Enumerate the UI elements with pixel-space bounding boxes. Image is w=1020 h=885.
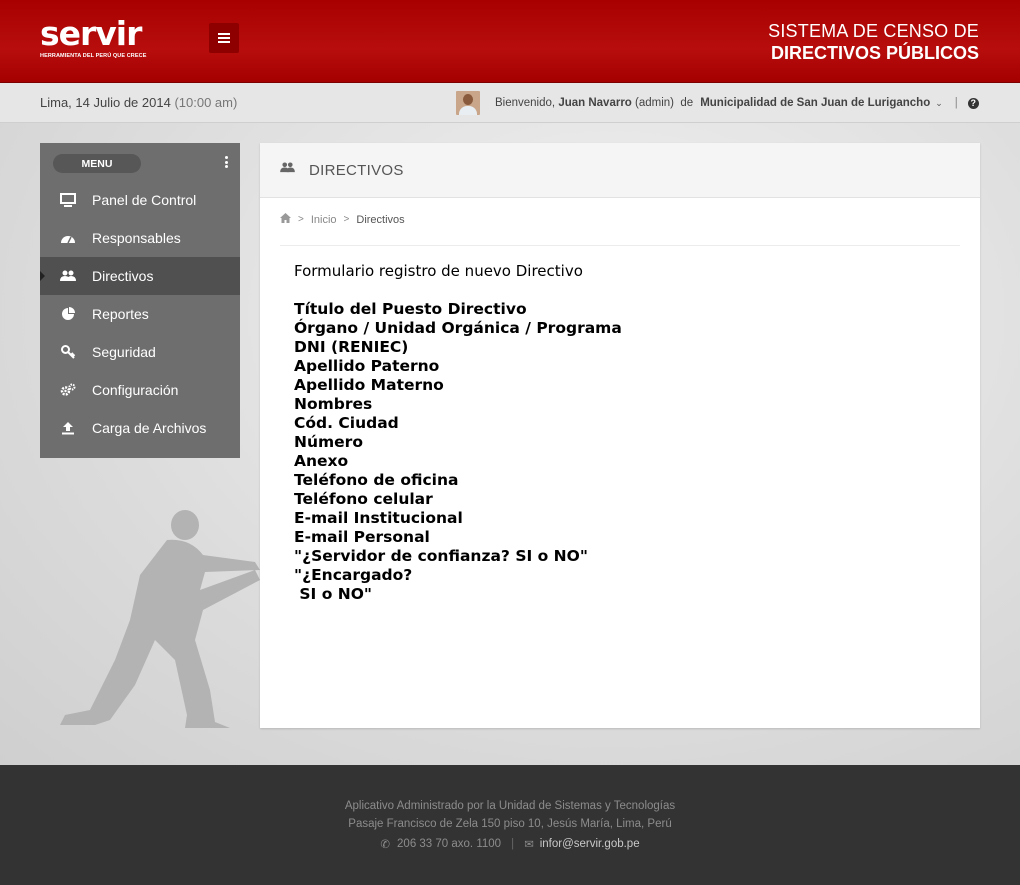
footer: Aplicativo Administrado por la Unidad de… [0,765,1020,885]
user-info: Bienvenido, Juan Navarro (admin) de Muni… [456,91,979,115]
form-field-label: "¿Servidor de confianza? SI o NO" [294,547,588,565]
breadcrumb-current: Directivos [356,213,405,226]
date-text: Lima, 14 Julio de 2014 [40,95,171,110]
form-title: Formulario registro de nuevo Directivo [294,262,583,280]
users-icon [280,161,295,179]
more-options-icon[interactable] [225,156,228,168]
time-text: (10:00 am) [174,95,238,110]
sidebar-item-label: Panel de Control [92,192,197,208]
form-field-label: Apellido Materno [294,376,444,394]
sidebar-item-reportes[interactable]: Reportes [40,295,240,333]
sidebar-item-configuracion[interactable]: Configuración [40,371,240,409]
form-field-label: Apellido Paterno [294,357,440,375]
welcome-text: Bienvenido, [495,97,556,109]
sidebar-item-label: Seguridad [92,344,156,360]
upload-icon [60,420,76,436]
sidebar-item-label: Configuración [92,382,179,398]
footer-contact: ✆ 206 33 70 axo. 1100 | ✉ infor@servir.g… [0,837,1020,851]
logo-tagline: HERRAMIENTA DEL PERÚ QUE CRECE [40,53,147,59]
chevron-down-icon[interactable]: ⌄ [935,98,943,109]
main-panel: DIRECTIVOS > Inicio > Directivos Formula… [260,143,980,728]
footer-address: Pasaje Francisco de Zela 150 piso 10, Je… [348,818,672,830]
divider: | [954,97,958,109]
breadcrumb-separator: > [343,214,350,225]
sidebar-item-responsables[interactable]: Responsables [40,219,240,257]
form-field-label: DNI (RENIEC) [294,338,409,356]
footer-phone: 206 33 70 axo. 1100 [397,838,502,850]
sidebar-menu: MENU Panel de Control Responsables Direc… [40,143,240,458]
footer-email-link[interactable]: infor@servir.gob.pe [540,838,640,850]
page-title: DIRECTIVOS [309,161,404,179]
form-field-label: Teléfono de oficina [294,471,459,489]
menu-label: MENU [53,154,141,173]
user-role: (admin) [635,97,675,109]
phone-icon: ✆ [380,839,391,851]
directivo-form: Formulario registro de nuevo Directivo T… [294,262,622,604]
sidebar-item-directivos[interactable]: Directivos [40,257,240,295]
home-icon[interactable] [280,213,291,226]
avatar[interactable] [456,91,480,115]
divider: | [511,838,515,850]
pushing-man-silhouette [60,510,260,728]
divider [280,245,960,246]
system-title: SISTEMA DE CENSO DE DIRECTIVOS PÚBLICOS [768,21,979,64]
organization-selector[interactable]: Municipalidad de San Juan de Lurigancho [700,97,930,109]
menu-header: MENU [40,143,240,181]
users-icon [60,268,76,284]
monitor-icon [60,192,76,208]
pie-chart-icon [60,306,76,322]
help-icon[interactable]: ? [967,97,979,109]
sidebar-item-label: Reportes [92,306,149,322]
breadcrumb-separator: > [298,214,304,225]
form-field-label: E-mail Institucional [294,509,463,527]
sidebar-item-carga-de-archivos[interactable]: Carga de Archivos [40,409,240,447]
sidebar-item-seguridad[interactable]: Seguridad [40,333,240,371]
sidebar-item-label: Carga de Archivos [92,420,207,436]
current-date: Lima, 14 Julio de 2014 (10:00 am) [40,95,237,110]
footer-admin-text: Aplicativo Administrado por la Unidad de… [344,800,676,812]
form-field-label: Teléfono celular [294,490,433,508]
breadcrumb-inicio[interactable]: Inicio [311,214,337,226]
form-field-label: "¿Encargado? [294,566,413,584]
user-name: Juan Navarro [558,97,632,109]
form-field-label: E-mail Personal [294,528,430,546]
gears-icon [60,382,76,398]
envelope-icon: ✉ [524,839,534,851]
top-header: servir HERRAMIENTA DEL PERÚ QUE CRECE SI… [0,0,1020,83]
system-title-line1: SISTEMA DE CENSO DE [768,21,979,41]
dashboard-icon [60,230,76,246]
form-field-label: Órgano / Unidad Orgánica / Programa [294,319,622,337]
system-title-line2: DIRECTIVOS PÚBLICOS [770,43,979,63]
servir-logo[interactable]: servir HERRAMIENTA DEL PERÚ QUE CRECE [40,14,160,62]
form-field-label: Número [294,433,363,451]
panel-header: DIRECTIVOS [260,143,980,198]
info-bar: Lima, 14 Julio de 2014 (10:00 am) Bienve… [0,83,1020,123]
sidebar-item-label: Directivos [92,268,154,284]
form-field-label: Anexo [294,452,349,470]
form-field-label: Título del Puesto Directivo [294,300,527,318]
of-text: de [680,97,694,109]
key-icon [60,344,76,360]
breadcrumb: > Inicio > Directivos [280,213,405,226]
hamburger-menu-button[interactable] [209,23,239,53]
form-field-label: Nombres [294,395,373,413]
sidebar-item-panel-de-control[interactable]: Panel de Control [40,181,240,219]
form-field-label: Cód. Ciudad [294,414,399,432]
logo-wordmark: servir [40,14,142,53]
sidebar-item-label: Responsables [92,230,181,246]
form-field-label: SI o NO" [294,585,372,603]
hamburger-icon [218,37,230,39]
